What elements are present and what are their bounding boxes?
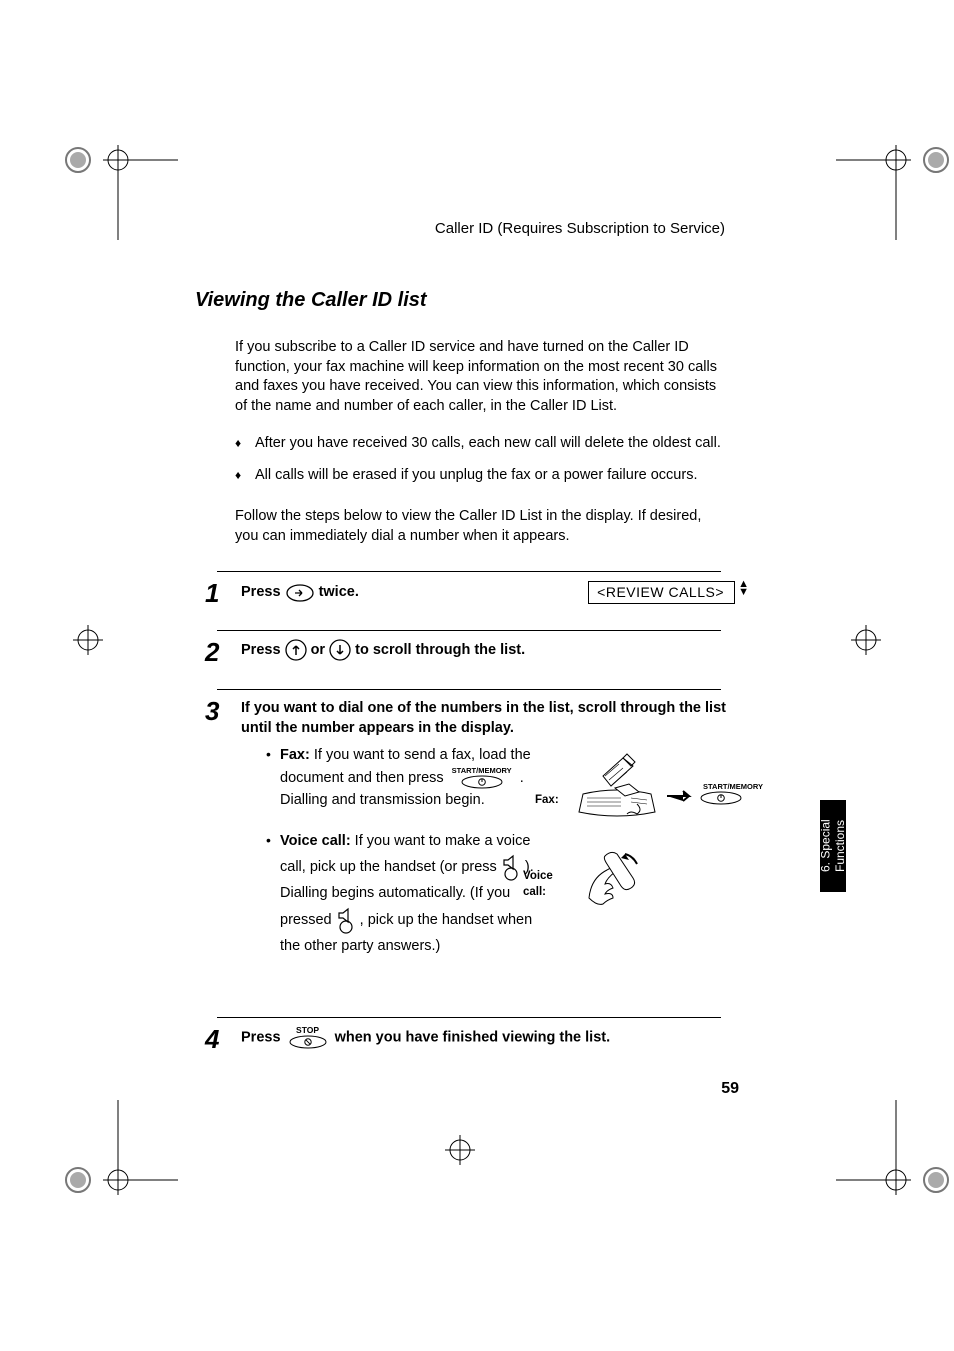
start-memory-key-icon: START/MEMORY: [448, 767, 516, 790]
speaker-key-icon: [501, 852, 521, 882]
fax-illustration: Fax:: [575, 752, 785, 812]
up-arrow-key-icon: [285, 639, 307, 661]
registration-mark-icon: [58, 1100, 118, 1160]
divider: [217, 630, 721, 631]
speaker-key-icon: [336, 905, 356, 935]
page: 6. Special Functions 59 Caller ID (Requi…: [0, 0, 954, 1351]
divider: [217, 571, 721, 572]
step-number: 2: [205, 639, 227, 665]
registration-mark-icon: [58, 120, 118, 180]
page-number: 59: [721, 1080, 739, 1098]
step1-pre: Press: [241, 584, 281, 600]
fax-label: Fax:: [280, 747, 310, 763]
running-head: Caller ID (Requires Subscription to Serv…: [195, 220, 745, 237]
step2-pre: Press: [241, 641, 281, 657]
registration-mark-icon: [430, 1120, 490, 1180]
scroll-arrows-icon: ▲▼: [738, 580, 749, 596]
voice-illustration: Voice call:: [575, 850, 785, 910]
step1-post: twice.: [319, 584, 359, 600]
lcd-display: <REVIEW CALLS>: [588, 581, 735, 605]
down-arrow-key-icon: [329, 639, 351, 661]
step4-pre: Press: [241, 1030, 281, 1046]
step-3: 3 If you want to dial one of the numbers…: [205, 698, 745, 967]
step3-voice-item: Voice call: If you want to make a voice …: [266, 830, 550, 957]
registration-mark-icon: [836, 120, 896, 180]
step-2: 2 Press or to scroll through the lis: [205, 639, 745, 665]
step3-lead: If you want to dial one of the numbers i…: [241, 700, 726, 736]
step-4: 4 Press STOP when you have finished view…: [205, 1026, 745, 1052]
chapter-tab: 6. Special Functions: [820, 800, 846, 892]
pickup-handset-icon: [583, 850, 643, 906]
registration-mark-icon: [836, 1100, 896, 1160]
start-memory-key-icon: START/MEMORY: [699, 783, 767, 791]
arrow-right-icon: [667, 790, 697, 802]
step2-post: to scroll through the list.: [355, 641, 525, 657]
load-document-icon: [575, 752, 665, 822]
step-1: 1 Press twice. <REVIEW CALLS> ▲▼: [205, 580, 745, 606]
voice-label: Voice call:: [280, 833, 351, 849]
illustration-column: Fax:: [575, 738, 785, 932]
step-number: 1: [205, 580, 227, 606]
bullet-item: All calls will be erased if you unplug t…: [235, 466, 745, 486]
stop-key-icon: STOP: [285, 1026, 331, 1050]
content-area: Caller ID (Requires Subscription to Serv…: [195, 220, 745, 1062]
divider: [217, 1017, 721, 1018]
right-arrow-key-icon: [285, 584, 315, 602]
divider: [217, 689, 721, 690]
step2-mid: or: [311, 641, 326, 657]
registration-mark-icon: [58, 610, 118, 670]
section-title: Viewing the Caller ID list: [195, 289, 745, 312]
intro-paragraph: If you subscribe to a Caller ID service …: [235, 338, 725, 416]
follow-paragraph: Follow the steps below to view the Calle…: [235, 507, 725, 546]
step-number: 3: [205, 698, 227, 967]
registration-mark-icon: [836, 610, 896, 670]
step4-post: when you have finished viewing the list.: [335, 1030, 611, 1046]
bullet-item: After you have received 30 calls, each n…: [235, 434, 745, 454]
step-number: 4: [205, 1026, 227, 1052]
step3-fax-item: Fax: If you want to send a fax, load the…: [266, 744, 550, 811]
